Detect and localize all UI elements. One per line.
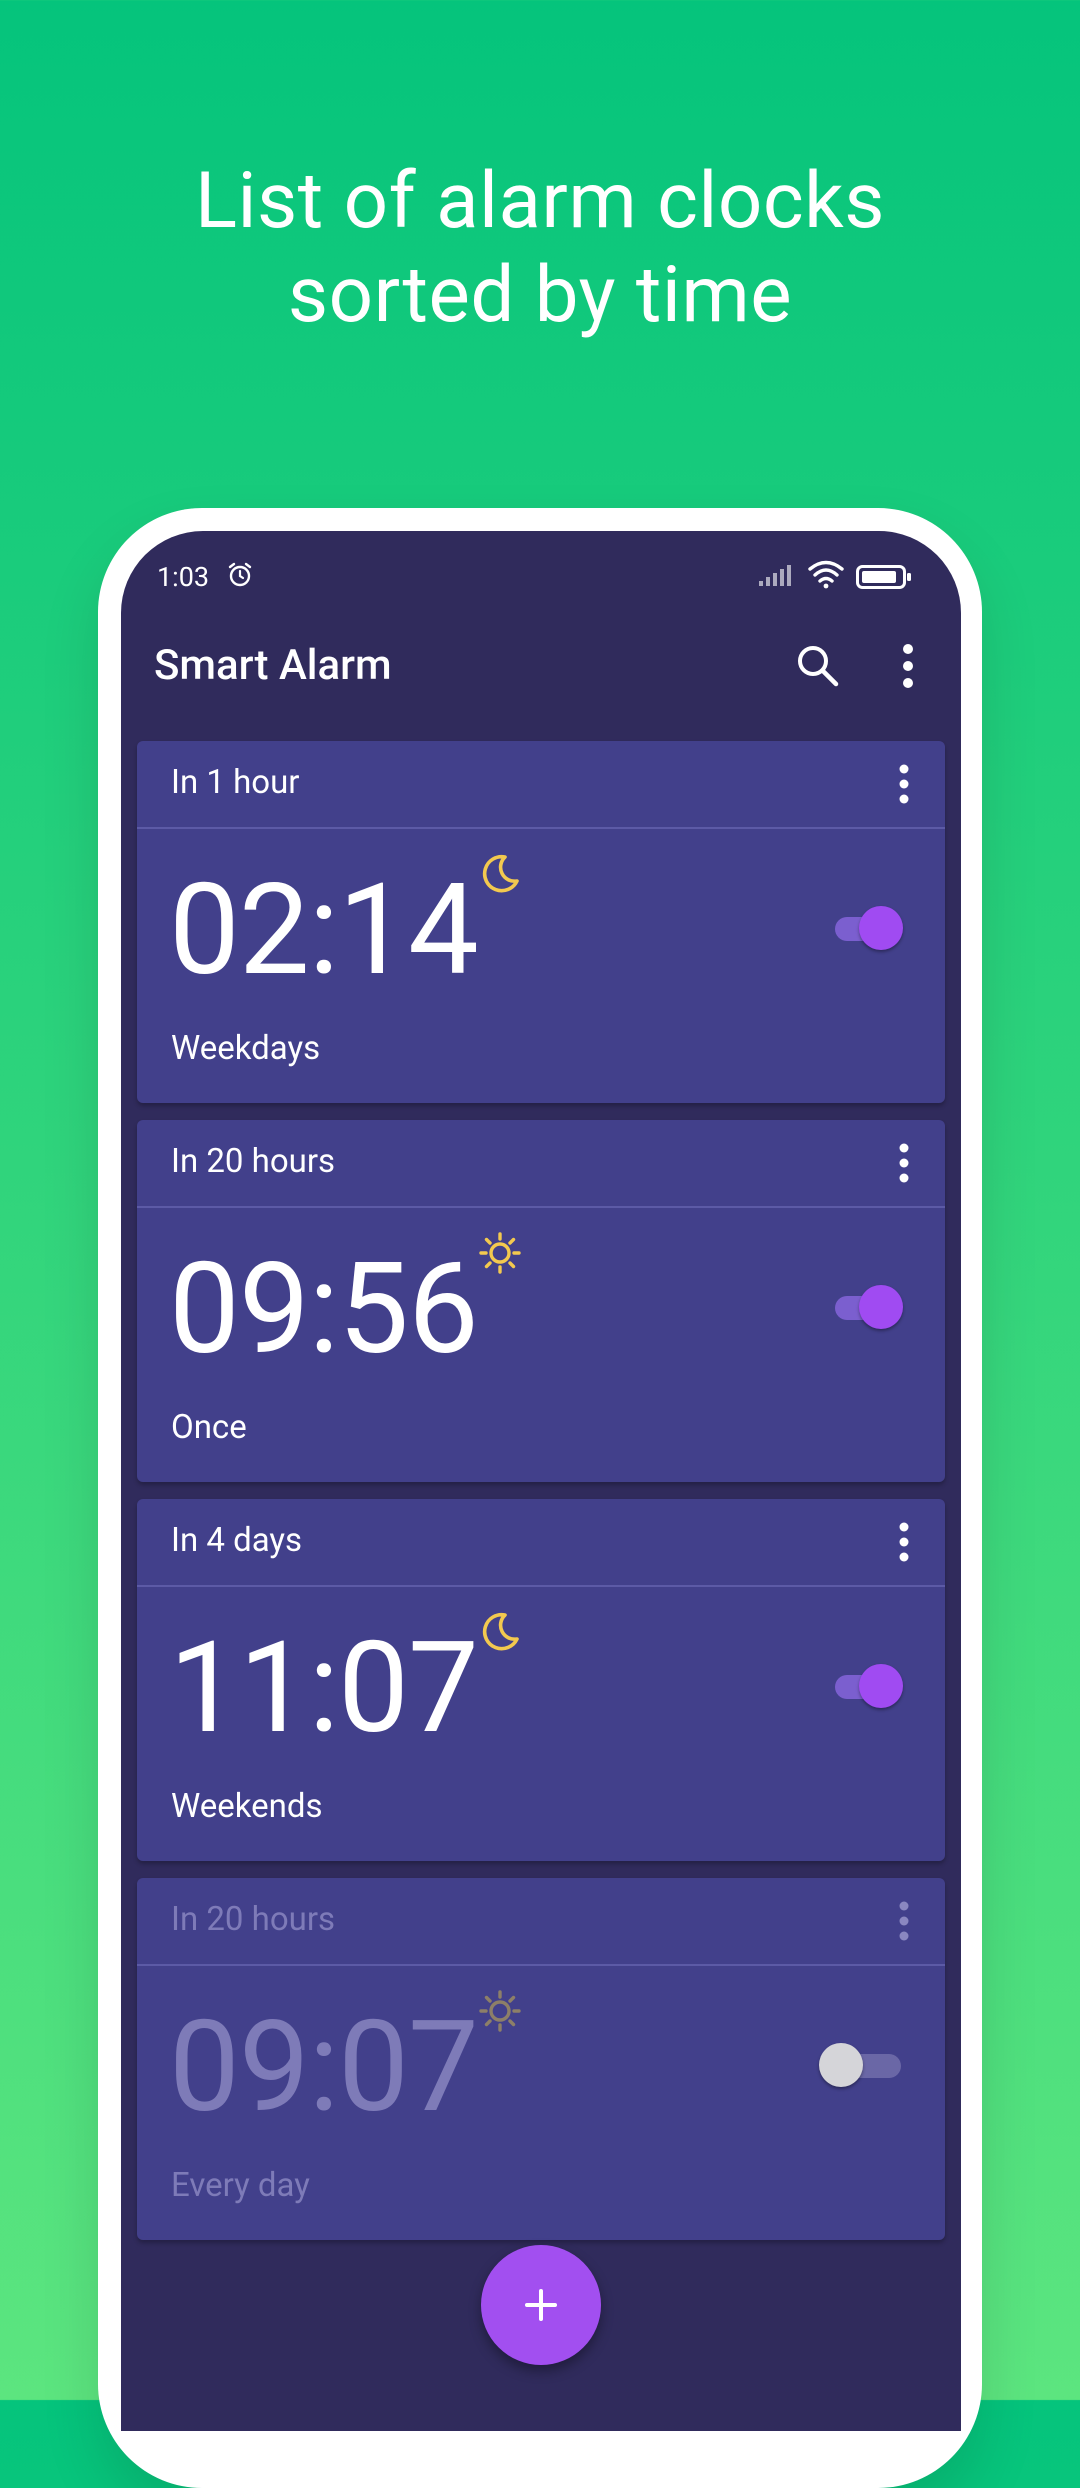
- alarm-card[interactable]: In 20 hours 09:07 Every day: [137, 1878, 945, 2240]
- alarm-repeat: Weekdays: [171, 1029, 321, 1068]
- alarm-countdown: In 20 hours: [171, 1142, 336, 1181]
- alarm-card-header: In 20 hours: [137, 1120, 945, 1208]
- toggle-knob: [859, 1664, 903, 1708]
- alarm-card-header: In 1 hour: [137, 741, 945, 829]
- alarm-toggle[interactable]: [819, 2040, 907, 2090]
- wifi-icon: [808, 560, 844, 589]
- headline-line-1: List of alarm clocks: [195, 156, 885, 247]
- alarm-toggle[interactable]: [835, 903, 907, 953]
- headline-line-2: sorted by time: [287, 250, 793, 341]
- alarm-time: 09:56: [169, 1235, 479, 1383]
- alarm-toggle[interactable]: [835, 1661, 907, 1711]
- alarm-repeat: Every day: [171, 2166, 310, 2205]
- alarm-card-header: In 20 hours: [137, 1878, 945, 1966]
- promo-headline: List of alarm clocks sorted by time: [0, 155, 1080, 343]
- more-vert-icon[interactable]: [883, 639, 933, 693]
- more-vert-icon[interactable]: [889, 1521, 919, 1563]
- alarm-repeat: Weekends: [171, 1787, 323, 1826]
- alarm-card[interactable]: In 1 hour 02:14 Weekdays: [137, 741, 945, 1103]
- alarm-card[interactable]: In 4 days 11:07 Weekends: [137, 1499, 945, 1861]
- more-vert-icon[interactable]: [889, 1142, 919, 1184]
- alarm-time: 02:14: [169, 856, 479, 1004]
- sun-icon: [479, 1232, 521, 1274]
- toggle-knob: [819, 2043, 863, 2087]
- alarm-countdown: In 4 days: [171, 1521, 303, 1560]
- toggle-knob: [859, 1285, 903, 1329]
- app-title: Smart Alarm: [154, 641, 392, 690]
- alarm-countdown: In 1 hour: [171, 763, 300, 802]
- alarm-countdown: In 20 hours: [171, 1900, 336, 1939]
- alarm-toggle[interactable]: [835, 1282, 907, 1332]
- plus-icon: [525, 2289, 557, 2321]
- battery-icon: [856, 565, 911, 589]
- search-icon[interactable]: [793, 641, 843, 691]
- moon-icon: [482, 1612, 519, 1651]
- alarm-time: 11:07: [169, 1614, 479, 1762]
- alarm-time: 09:07: [169, 1993, 479, 2141]
- alarm-repeat: Once: [171, 1408, 247, 1447]
- toggle-knob: [859, 906, 903, 950]
- alarm-card-header: In 4 days: [137, 1499, 945, 1587]
- status-bar: 1:03: [121, 531, 961, 621]
- moon-icon: [482, 854, 519, 893]
- more-vert-icon[interactable]: [889, 1900, 919, 1942]
- sun-icon: [479, 1990, 521, 2032]
- add-alarm-button[interactable]: [481, 2245, 601, 2365]
- more-vert-icon[interactable]: [889, 763, 919, 805]
- signal-icon: [759, 565, 791, 586]
- status-time: 1:03: [157, 561, 210, 593]
- alarm-card[interactable]: In 20 hours 09:56 Once: [137, 1120, 945, 1482]
- alarm-icon: [228, 562, 252, 587]
- phone-screen: 1:03 Smart Alarm In 1 hour 02:14 Weekday…: [121, 531, 961, 2431]
